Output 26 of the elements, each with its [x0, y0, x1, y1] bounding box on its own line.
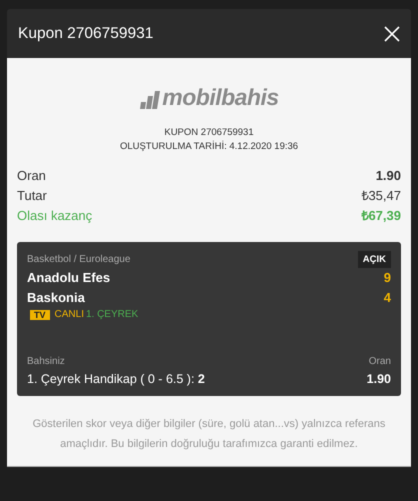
- summary-label: Tutar: [17, 187, 47, 205]
- bet-label: Bahsiniz: [27, 356, 65, 367]
- team-score: 4: [384, 289, 391, 307]
- summary-value: ₺67,39: [361, 207, 401, 225]
- disclaimer-text: Gösterilen skor veya diğer bilgiler (süre, golü atan...vs) yalnızca referans amaçlıdır. Bu bilgilerin doğruluğu tarafımızca garanti edilmez.: [32, 417, 386, 452]
- team-name: Anadolu Efes: [27, 269, 110, 287]
- bars-icon: [139, 91, 162, 109]
- league-label: Basketbol / Euroleague: [27, 254, 130, 265]
- bet-selection: 1. Çeyrek Handikap ( 0 - 6.5 ): 2: [27, 372, 205, 386]
- modal-title: Kupon 2706759931: [18, 24, 154, 42]
- status-badge: AÇIK: [358, 251, 391, 268]
- creation-date: OLUŞTURULMA TARİHİ: 4.12.2020 19:36: [118, 140, 300, 154]
- summary-label: Olası kazanç: [17, 207, 92, 225]
- tv-badge: TV: [30, 310, 50, 320]
- team-name: Baskonia: [27, 289, 85, 307]
- coupon-number: KUPON 2706759931: [163, 126, 255, 140]
- close-icon[interactable]: [384, 26, 400, 42]
- odds-label: Oran: [368, 356, 391, 367]
- period-label: 1. ÇEYREK: [86, 309, 138, 320]
- summary-label: Oran: [17, 167, 46, 185]
- logo-text: mobilbahis: [162, 86, 279, 109]
- live-label: CANLI: [54, 309, 84, 320]
- team-score: 9: [384, 269, 391, 287]
- bet-odds: 1.90: [366, 372, 391, 386]
- summary-value: ₺35,47: [361, 187, 401, 205]
- summary-value: 1.90: [376, 167, 401, 185]
